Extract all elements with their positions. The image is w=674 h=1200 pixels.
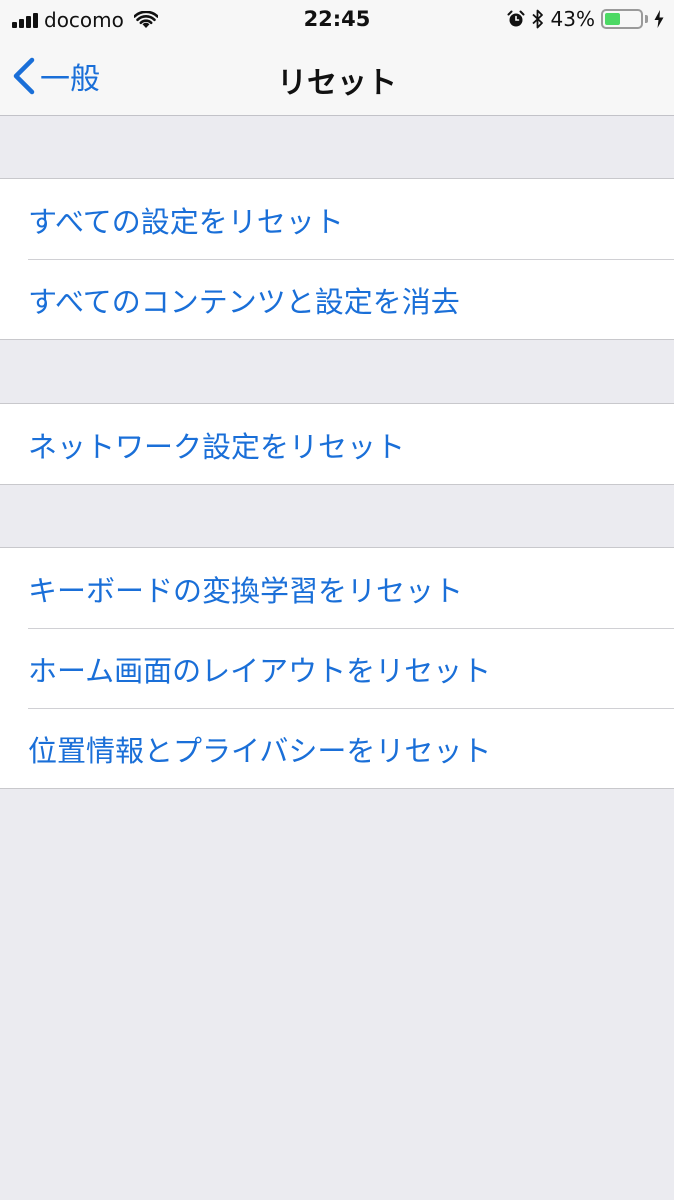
settings-group-3: キーボードの変換学習をリセット ホーム画面のレイアウトをリセット 位置情報とプラ… — [0, 547, 674, 789]
row-label: すべての設定をリセット — [28, 205, 344, 239]
reset-home-screen-layout-row[interactable]: ホーム画面のレイアウトをリセット — [0, 628, 674, 708]
row-label: 位置情報とプライバシーをリセット — [28, 734, 492, 768]
alarm-icon — [507, 10, 525, 27]
status-bar: docomo 22:45 43% — [0, 0, 674, 40]
row-label: ホーム画面のレイアウトをリセット — [28, 654, 492, 688]
charging-icon — [654, 10, 664, 28]
battery-icon — [601, 9, 643, 29]
reset-keyboard-dictionary-row[interactable]: キーボードの変換学習をリセット — [0, 548, 674, 628]
row-label: ネットワーク設定をリセット — [28, 430, 406, 464]
battery-fill — [605, 13, 620, 25]
row-label: すべてのコンテンツと設定を消去 — [28, 285, 460, 319]
page-title: リセット — [277, 66, 397, 101]
settings-group-1: すべての設定をリセット すべてのコンテンツと設定を消去 — [0, 178, 674, 340]
battery-cap — [645, 15, 648, 23]
settings-group-2: ネットワーク設定をリセット — [0, 403, 674, 485]
navigation-bar: 一般 リセット — [0, 40, 674, 116]
bluetooth-icon — [531, 9, 543, 29]
row-label: キーボードの変換学習をリセット — [28, 574, 464, 608]
reset-location-privacy-row[interactable]: 位置情報とプライバシーをリセット — [0, 708, 674, 788]
reset-all-settings-row[interactable]: すべての設定をリセット — [0, 179, 674, 259]
battery-percent: 43% — [550, 7, 595, 31]
status-right: 43% — [507, 7, 664, 31]
reset-network-settings-row[interactable]: ネットワーク設定をリセット — [0, 404, 674, 484]
erase-all-content-row[interactable]: すべてのコンテンツと設定を消去 — [0, 259, 674, 339]
